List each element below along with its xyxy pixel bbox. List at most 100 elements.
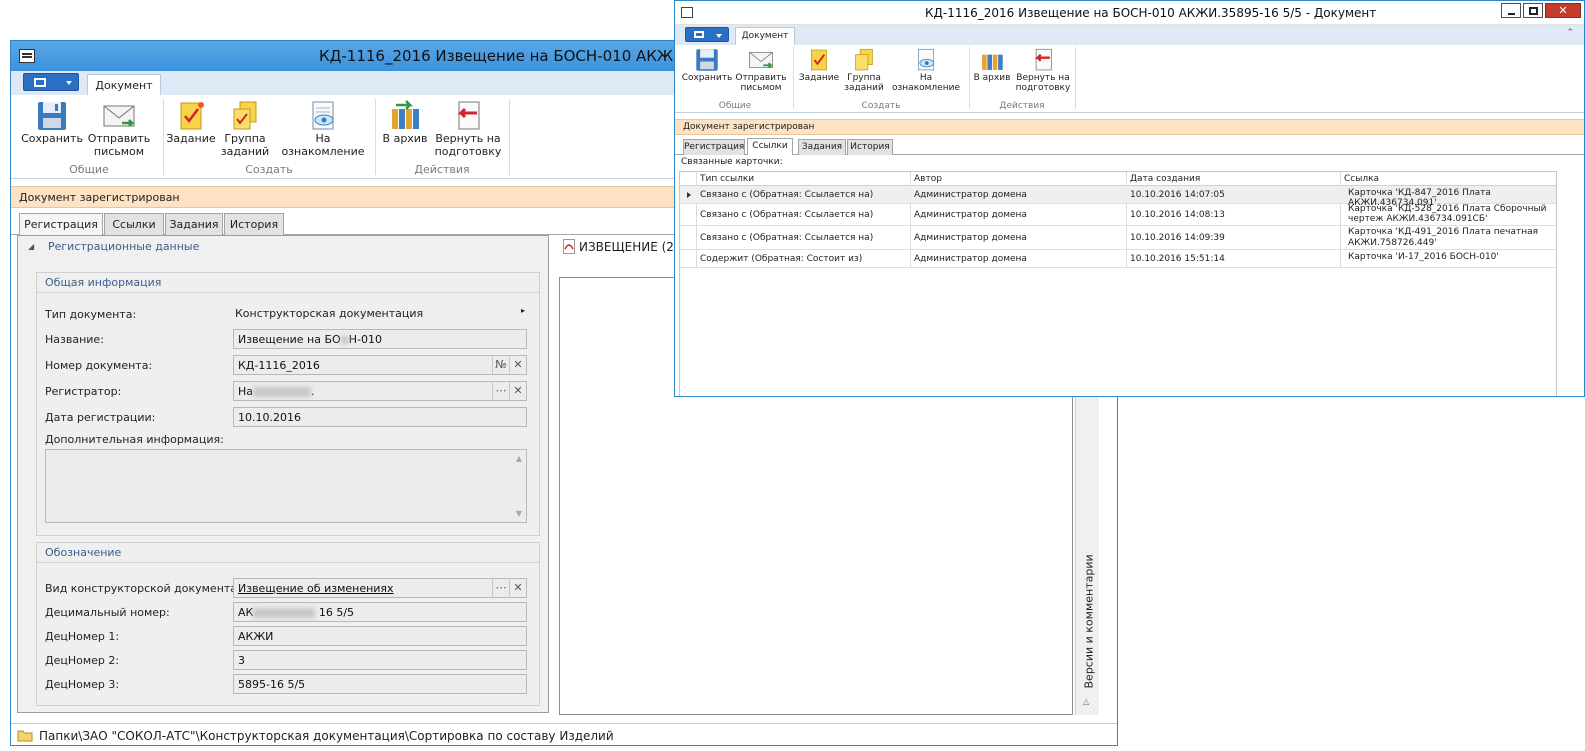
column-link-type[interactable]: Тип ссылки [700, 174, 754, 184]
tab-history[interactable]: История [847, 139, 893, 155]
browse-icon[interactable]: ⋯ [492, 579, 509, 597]
kd-type-field[interactable]: Извещение об изменениях ⋯ ✕ [233, 578, 527, 598]
review-button[interactable]: На ознакомление [275, 99, 371, 158]
column-author[interactable]: Автор [914, 174, 942, 184]
expand-up-icon[interactable]: △ [1083, 697, 1089, 706]
dec3-field[interactable]: 5895-16 5/5 [233, 674, 527, 694]
group-label-actions: Действия [999, 101, 1045, 111]
document-number-field[interactable]: КД-1116_2016 № ✕ [233, 355, 527, 375]
column-link[interactable]: Ссылка [1344, 174, 1379, 184]
group-divider [163, 99, 164, 175]
close-icon[interactable]: ✕ [1545, 3, 1581, 18]
app-menu-button[interactable] [23, 73, 79, 91]
archive-button[interactable]: В архив [973, 47, 1011, 83]
send-by-mail-button[interactable]: Отправить письмом [735, 47, 787, 94]
return-to-preparation-button[interactable]: Вернуть на подготовку [1015, 47, 1071, 94]
tab-history[interactable]: История [224, 213, 284, 235]
tab-links[interactable]: Ссылки [104, 213, 164, 235]
designation-group: Обозначение Вид конструкторской документ… [36, 542, 540, 706]
doc-type-arrow-icon[interactable]: ▸ [521, 306, 525, 315]
name-label: Название: [45, 333, 104, 346]
collapse-arrow-icon[interactable]: ◢ [28, 242, 34, 251]
current-row-indicator-icon [687, 192, 691, 198]
task-group-icon [855, 48, 873, 71]
collapse-ribbon-icon[interactable]: ⌃ [1566, 28, 1574, 38]
linked-cards-table: Тип ссылки Автор Дата создания Ссылка Св… [679, 171, 1557, 396]
dec1-field[interactable]: АКЖИ [233, 626, 527, 646]
task-icon [180, 102, 204, 130]
front-window-title: КД-1116_2016 Извещение на БОСН-010 АКЖИ.… [925, 6, 1377, 20]
doc-type-label: Тип документа: [45, 308, 137, 321]
review-icon [312, 101, 334, 130]
pdf-icon [563, 239, 575, 254]
task-button[interactable]: Задание [797, 47, 841, 83]
group-label-common: Общие [718, 101, 752, 111]
decimal-number-label: Децимальный номер: [45, 606, 170, 619]
tab-tasks[interactable]: Задания [798, 139, 846, 155]
maximize-button[interactable] [1523, 3, 1543, 18]
save-icon [38, 102, 66, 130]
registrar-field[interactable]: На. ⋯ ✕ [233, 381, 527, 401]
versions-comments-label: Версии и комментарии [1082, 554, 1096, 689]
folder-path-bar: Папки\ЗАО "СОКОЛ-АТС"\Конструкторская до… [11, 723, 1117, 745]
tab-registration[interactable]: Регистрация [683, 139, 745, 155]
doc-type-value[interactable]: Конструкторская документация [235, 307, 423, 320]
dec1-label: ДецНомер 1: [45, 630, 120, 643]
task-icon [810, 49, 828, 71]
review-icon [917, 48, 935, 71]
clear-icon[interactable]: ✕ [509, 356, 526, 374]
save-button[interactable]: Сохранить [19, 99, 85, 146]
extra-info-textarea[interactable]: ▲ ▼ [45, 449, 527, 523]
group-label-actions: Действия [414, 163, 470, 176]
linked-cards-label: Связанные карточки: [681, 157, 783, 167]
kd-type-link[interactable]: Извещение об изменениях [238, 582, 394, 595]
dec2-field[interactable]: 3 [233, 650, 527, 670]
extra-info-label: Дополнительная информация: [45, 433, 224, 446]
window-app-icon [19, 49, 35, 63]
table-row[interactable]: Связано с (Обратная: Ссылается на) Админ… [680, 226, 1556, 250]
task-group-icon [233, 101, 257, 130]
browse-icon[interactable]: ⋯ [492, 382, 509, 400]
app-menu-button[interactable] [685, 27, 729, 42]
scroll-up-icon[interactable]: ▲ [516, 454, 522, 463]
review-button[interactable]: На ознакомление [887, 47, 965, 94]
minimize-button[interactable] [1501, 3, 1521, 18]
kd-type-label: Вид конструкторской документации: [45, 582, 263, 595]
registration-date-field[interactable]: 10.10.2016 [233, 407, 527, 427]
archive-icon [982, 54, 1003, 70]
task-group-button[interactable]: Группа заданий [219, 99, 271, 158]
reg-date-label: Дата регистрации: [45, 411, 156, 424]
scroll-down-icon[interactable]: ▼ [516, 509, 522, 518]
group-label-create: Создать [861, 101, 901, 111]
table-row[interactable]: Содержит (Обратная: Состоит из) Админист… [680, 250, 1556, 268]
tab-tasks[interactable]: Задания [165, 213, 223, 235]
send-by-mail-button[interactable]: Отправить письмом [87, 99, 151, 158]
tab-document[interactable]: Документ [735, 27, 795, 45]
number-generate-button[interactable]: № [492, 356, 509, 374]
clear-icon[interactable]: ✕ [509, 579, 526, 597]
table-row[interactable]: Связано с (Обратная: Ссылается на) Админ… [680, 204, 1556, 226]
general-info-title: Общая информация [45, 276, 162, 289]
tab-links[interactable]: Ссылки [747, 138, 793, 155]
folder-path[interactable]: Папки\ЗАО "СОКОЛ-АТС"\Конструкторская до… [39, 729, 614, 743]
archive-icon [392, 100, 419, 129]
designation-title: Обозначение [45, 546, 122, 559]
group-divider [509, 99, 510, 175]
name-field[interactable]: Извещение на БО Н-010 [233, 329, 527, 349]
registrar-label: Регистратор: [45, 385, 122, 398]
task-button[interactable]: Задание [165, 99, 217, 146]
tab-document[interactable]: Документ [87, 74, 161, 95]
table-row[interactable]: Связано с (Обратная: Ссылается на) Админ… [680, 186, 1556, 208]
decimal-number-field[interactable]: АК 16 5/5 [233, 602, 527, 622]
tab-registration[interactable]: Регистрация [19, 213, 103, 235]
save-button[interactable]: Сохранить [681, 47, 733, 83]
window-app-icon [681, 7, 693, 18]
column-created[interactable]: Дата создания [1130, 174, 1200, 184]
task-group-button[interactable]: Группа заданий [843, 47, 885, 94]
document-status-bar: Документ зарегистрирован [675, 119, 1584, 135]
general-info-group: Общая информация Тип документа: Конструк… [36, 272, 540, 536]
front-ribbon: Сохранить Отправить письмом Задание Групп… [675, 45, 1584, 113]
return-to-preparation-button[interactable]: Вернуть на подготовку [433, 99, 503, 158]
archive-button[interactable]: В архив [379, 99, 431, 146]
clear-icon[interactable]: ✕ [509, 382, 526, 400]
